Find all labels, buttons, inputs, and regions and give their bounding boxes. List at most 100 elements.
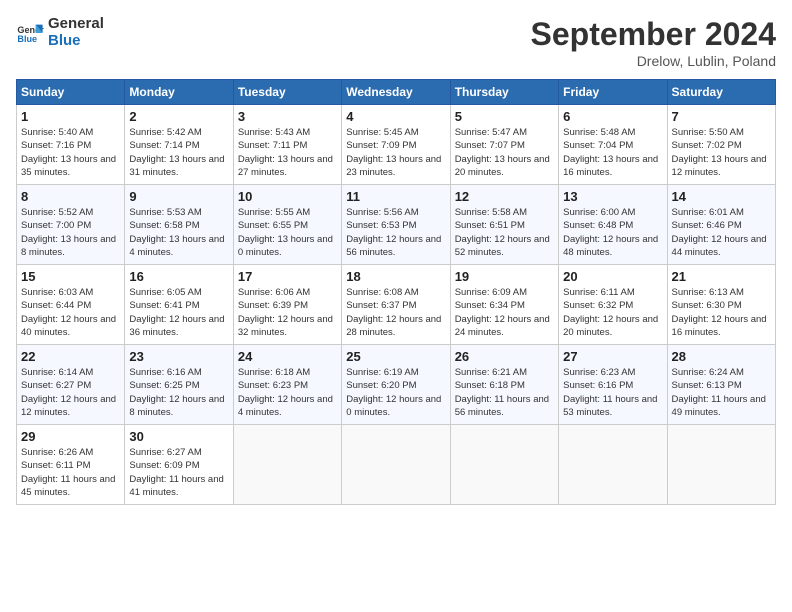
cell-content: Sunrise: 6:16 AMSunset: 6:25 PMDaylight:…: [129, 366, 228, 419]
cell-content: Sunrise: 6:05 AMSunset: 6:41 PMDaylight:…: [129, 286, 228, 339]
cell-content: Sunrise: 6:03 AMSunset: 6:44 PMDaylight:…: [21, 286, 120, 339]
cell-content: Sunrise: 5:43 AMSunset: 7:11 PMDaylight:…: [238, 126, 337, 179]
table-row: 15 Sunrise: 6:03 AMSunset: 6:44 PMDayligh…: [17, 265, 125, 345]
cell-content: Sunrise: 5:58 AMSunset: 6:51 PMDaylight:…: [455, 206, 554, 259]
table-row: [233, 425, 341, 505]
calendar-week-row: 29 Sunrise: 6:26 AMSunset: 6:11 PMDayligh…: [17, 425, 776, 505]
day-number: 30: [129, 429, 228, 444]
header-friday: Friday: [559, 80, 667, 105]
day-number: 22: [21, 349, 120, 364]
table-row: 24Sunrise: 6:18 AMSunset: 6:23 PMDayligh…: [233, 345, 341, 425]
table-row: 1Sunrise: 5:40 AMSunset: 7:16 PMDaylight…: [17, 105, 125, 185]
cell-content: Sunrise: 6:23 AMSunset: 6:16 PMDaylight:…: [563, 366, 662, 419]
month-title: September 2024: [531, 16, 776, 53]
day-number: 2: [129, 109, 228, 124]
day-number: 16: [129, 269, 228, 284]
day-number: 14: [672, 189, 771, 204]
day-number: 23: [129, 349, 228, 364]
day-number: 3: [238, 109, 337, 124]
day-number: 19: [455, 269, 554, 284]
day-number: 9: [129, 189, 228, 204]
table-row: 4Sunrise: 5:45 AMSunset: 7:09 PMDaylight…: [342, 105, 450, 185]
table-row: 2 Sunrise: 5:42 AMSunset: 7:14 PMDaylight…: [125, 105, 233, 185]
day-number: 13: [563, 189, 662, 204]
cell-content: Sunrise: 6:27 AMSunset: 6:09 PMDaylight:…: [129, 446, 228, 499]
cell-content: Sunrise: 6:01 AMSunset: 6:46 PMDaylight:…: [672, 206, 771, 259]
header-sunday: Sunday: [17, 80, 125, 105]
table-row: 23 Sunrise: 6:16 AMSunset: 6:25 PMDayligh…: [125, 345, 233, 425]
table-row: 16 Sunrise: 6:05 AMSunset: 6:41 PMDayligh…: [125, 265, 233, 345]
page-header: General Blue General Blue September 2024…: [16, 16, 776, 69]
logo: General Blue General Blue: [16, 16, 104, 49]
table-row: 9 Sunrise: 5:53 AMSunset: 6:58 PMDaylight…: [125, 185, 233, 265]
day-number: 20: [563, 269, 662, 284]
table-row: 14 Sunrise: 6:01 AMSunset: 6:46 PMDayligh…: [667, 185, 775, 265]
day-number: 27: [563, 349, 662, 364]
cell-content: Sunrise: 6:26 AMSunset: 6:11 PMDaylight:…: [21, 446, 120, 499]
day-number: 10: [238, 189, 337, 204]
header-wednesday: Wednesday: [342, 80, 450, 105]
table-row: 25 Sunrise: 6:19 AMSunset: 6:20 PMDayligh…: [342, 345, 450, 425]
table-row: [342, 425, 450, 505]
table-row: 28Sunrise: 6:24 AMSunset: 6:13 PMDayligh…: [667, 345, 775, 425]
calendar-table: Sunday Monday Tuesday Wednesday Thursday…: [16, 79, 776, 505]
cell-content: Sunrise: 5:47 AMSunset: 7:07 PMDaylight:…: [455, 126, 554, 179]
location: Drelow, Lublin, Poland: [531, 53, 776, 69]
table-row: 30 Sunrise: 6:27 AMSunset: 6:09 PMDayligh…: [125, 425, 233, 505]
svg-text:Blue: Blue: [17, 34, 37, 44]
header-monday: Monday: [125, 80, 233, 105]
table-row: 8 Sunrise: 5:52 AMSunset: 7:00 PMDaylight…: [17, 185, 125, 265]
table-row: 5 Sunrise: 5:47 AMSunset: 7:07 PMDaylight…: [450, 105, 558, 185]
day-number: 18: [346, 269, 445, 284]
table-row: 13 Sunrise: 6:00 AMSunset: 6:48 PMDayligh…: [559, 185, 667, 265]
calendar-week-row: 8 Sunrise: 5:52 AMSunset: 7:00 PMDaylight…: [17, 185, 776, 265]
cell-content: Sunrise: 6:00 AMSunset: 6:48 PMDaylight:…: [563, 206, 662, 259]
day-number: 24: [238, 349, 337, 364]
cell-content: Sunrise: 5:42 AMSunset: 7:14 PMDaylight:…: [129, 126, 228, 179]
weekday-header-row: Sunday Monday Tuesday Wednesday Thursday…: [17, 80, 776, 105]
day-number: 1: [21, 109, 120, 124]
table-row: 18Sunrise: 6:08 AMSunset: 6:37 PMDayligh…: [342, 265, 450, 345]
table-row: 12 Sunrise: 5:58 AMSunset: 6:51 PMDayligh…: [450, 185, 558, 265]
cell-content: Sunrise: 5:52 AMSunset: 7:00 PMDaylight:…: [21, 206, 120, 259]
cell-content: Sunrise: 6:24 AMSunset: 6:13 PMDaylight:…: [672, 366, 771, 419]
day-number: 4: [346, 109, 445, 124]
table-row: 20 Sunrise: 6:11 AMSunset: 6:32 PMDayligh…: [559, 265, 667, 345]
calendar-week-row: 15 Sunrise: 6:03 AMSunset: 6:44 PMDayligh…: [17, 265, 776, 345]
table-row: 6Sunrise: 5:48 AMSunset: 7:04 PMDaylight…: [559, 105, 667, 185]
table-row: 27 Sunrise: 6:23 AMSunset: 6:16 PMDayligh…: [559, 345, 667, 425]
cell-content: Sunrise: 5:50 AMSunset: 7:02 PMDaylight:…: [672, 126, 771, 179]
day-number: 15: [21, 269, 120, 284]
calendar-week-row: 22Sunrise: 6:14 AMSunset: 6:27 PMDayligh…: [17, 345, 776, 425]
day-number: 5: [455, 109, 554, 124]
page-container: General Blue General Blue September 2024…: [0, 0, 792, 513]
table-row: 3 Sunrise: 5:43 AMSunset: 7:11 PMDaylight…: [233, 105, 341, 185]
table-row: [559, 425, 667, 505]
cell-content: Sunrise: 6:09 AMSunset: 6:34 PMDaylight:…: [455, 286, 554, 339]
table-row: [450, 425, 558, 505]
calendar-week-row: 1Sunrise: 5:40 AMSunset: 7:16 PMDaylight…: [17, 105, 776, 185]
table-row: 7 Sunrise: 5:50 AMSunset: 7:02 PMDaylight…: [667, 105, 775, 185]
cell-content: Sunrise: 5:55 AMSunset: 6:55 PMDaylight:…: [238, 206, 337, 259]
day-number: 21: [672, 269, 771, 284]
cell-content: Sunrise: 5:53 AMSunset: 6:58 PMDaylight:…: [129, 206, 228, 259]
table-row: 11 Sunrise: 5:56 AMSunset: 6:53 PMDayligh…: [342, 185, 450, 265]
table-row: 29 Sunrise: 6:26 AMSunset: 6:11 PMDayligh…: [17, 425, 125, 505]
day-number: 11: [346, 189, 445, 204]
day-number: 12: [455, 189, 554, 204]
cell-content: Sunrise: 6:11 AMSunset: 6:32 PMDaylight:…: [563, 286, 662, 339]
cell-content: Sunrise: 6:21 AMSunset: 6:18 PMDaylight:…: [455, 366, 554, 419]
day-number: 7: [672, 109, 771, 124]
day-number: 17: [238, 269, 337, 284]
table-row: 22Sunrise: 6:14 AMSunset: 6:27 PMDayligh…: [17, 345, 125, 425]
day-number: 26: [455, 349, 554, 364]
table-row: 10 Sunrise: 5:55 AMSunset: 6:55 PMDayligh…: [233, 185, 341, 265]
cell-content: Sunrise: 5:56 AMSunset: 6:53 PMDaylight:…: [346, 206, 445, 259]
day-number: 29: [21, 429, 120, 444]
cell-content: Sunrise: 6:19 AMSunset: 6:20 PMDaylight:…: [346, 366, 445, 419]
table-row: [667, 425, 775, 505]
day-number: 8: [21, 189, 120, 204]
header-tuesday: Tuesday: [233, 80, 341, 105]
day-number: 25: [346, 349, 445, 364]
table-row: 26 Sunrise: 6:21 AMSunset: 6:18 PMDayligh…: [450, 345, 558, 425]
